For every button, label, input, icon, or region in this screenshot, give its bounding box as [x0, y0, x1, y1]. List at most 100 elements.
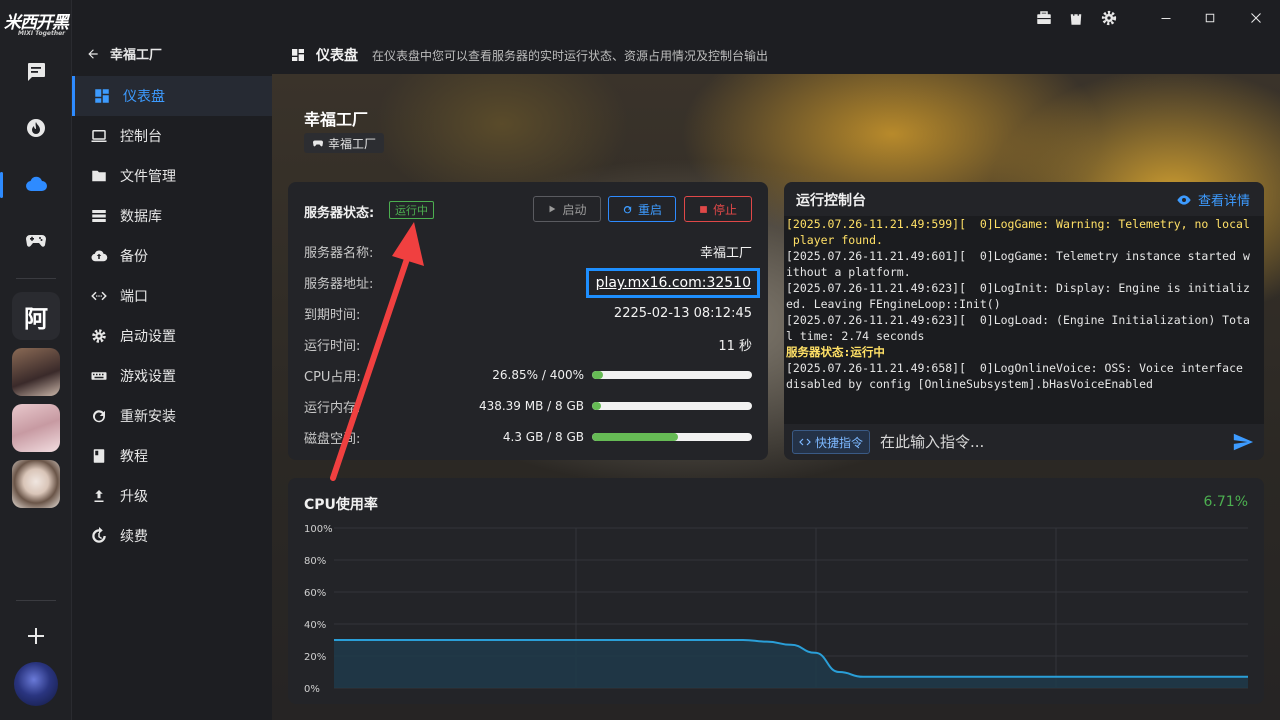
- rail-gamepad-button[interactable]: [12, 218, 60, 262]
- nav-back-header[interactable]: 幸福工厂: [86, 44, 162, 63]
- disk-row: 磁盘空间: 4.3 GB / 8 GB: [304, 427, 752, 447]
- nav-back-title: 幸福工厂: [110, 48, 163, 63]
- nav-item-label: 备份: [120, 249, 148, 265]
- server-avatar-3[interactable]: [12, 460, 60, 508]
- restart-button[interactable]: 重启: [608, 196, 676, 222]
- server-address-link[interactable]: play.mx16.com:32510: [586, 268, 760, 298]
- server-name-value: 幸福工厂: [699, 245, 752, 261]
- memory-progress-bar: [592, 402, 752, 410]
- y-tick-label: 0%: [304, 684, 320, 695]
- disk-progress-bar: [592, 433, 752, 441]
- nav-item-label: 启动设置: [120, 329, 176, 345]
- refresh-icon: [93, 410, 106, 423]
- dashboard-icon: [95, 89, 109, 103]
- minimize-button[interactable]: [1154, 6, 1178, 30]
- stop-button[interactable]: 停止: [684, 196, 752, 222]
- nav-item-label: 续费: [120, 529, 148, 545]
- rail-active-indicator: [0, 172, 3, 198]
- gamepad-icon: [26, 235, 46, 247]
- console-line: ed. Leaving FEngineLoop::Init(): [786, 297, 1001, 311]
- memory-label: 运行内存:: [304, 400, 361, 416]
- database-icon: [92, 210, 106, 222]
- console-line: [2025.07.26-11.21.49:623][ 0]LogInit: Di…: [786, 281, 1250, 295]
- rail-cloud-button[interactable]: [12, 162, 60, 206]
- server-title: 幸福工厂: [304, 110, 369, 129]
- uptime-value: 11 秒: [718, 338, 752, 354]
- rail-chat-button[interactable]: [12, 50, 60, 94]
- rail-divider-bottom: [16, 600, 56, 601]
- nav-item-console[interactable]: 控制台: [72, 116, 272, 156]
- nav-item-upgrade[interactable]: 升级: [72, 476, 272, 516]
- console-line: [2025.07.26-11.21.49:601][ 0]LogGame: Te…: [786, 249, 1250, 263]
- toolbox-button[interactable]: [1032, 6, 1056, 30]
- start-button[interactable]: 启动: [533, 196, 601, 222]
- app-logo[interactable]: 米西开黑 MIXI Together: [4, 8, 69, 37]
- page-description: 在仪表盘中您可以查看服务器的实时运行状态、资源占用情况及控制台输出: [372, 48, 769, 63]
- toolbox-icon: [1037, 11, 1051, 24]
- cpu-row: CPU占用: 26.85% / 400%: [304, 365, 752, 385]
- nav-item-renew[interactable]: 续费: [72, 516, 272, 556]
- uptime-row: 运行时间: 11 秒: [304, 334, 752, 354]
- send-icon[interactable]: [1232, 431, 1254, 453]
- rail-fire-button[interactable]: [12, 106, 60, 150]
- nav-item-dashboard[interactable]: 仪表盘: [72, 76, 272, 116]
- minimize-icon: [1161, 18, 1171, 19]
- cpu-progress-fill: [592, 371, 603, 379]
- server-name-row: 服务器名称: 幸福工厂: [304, 241, 752, 261]
- dashboard-icon: [292, 49, 304, 61]
- command-input[interactable]: [880, 433, 1211, 451]
- nav-item-files[interactable]: 文件管理: [72, 156, 272, 196]
- nav-item-tutorial[interactable]: 教程: [72, 436, 272, 476]
- cloud-icon: [26, 176, 47, 191]
- nav-item-label: 端口: [120, 289, 148, 305]
- close-button[interactable]: [1244, 6, 1268, 30]
- y-tick-label: 80%: [304, 556, 326, 567]
- gamepad-icon: [313, 140, 323, 147]
- close-icon: [1251, 13, 1261, 23]
- maximize-button[interactable]: [1198, 6, 1222, 30]
- nav-item-database[interactable]: 数据库: [72, 196, 272, 236]
- folder-icon: [92, 170, 106, 182]
- quick-commands-button[interactable]: 快捷指令: [792, 430, 871, 454]
- cpu-chart-card: CPU使用率 6.71% 100% 80% 60% 40% 20% 0%: [288, 478, 1264, 704]
- code-icon: [799, 438, 811, 446]
- y-tick-label: 60%: [304, 588, 326, 599]
- play-icon: [549, 205, 556, 213]
- disk-progress-fill: [592, 433, 678, 441]
- renew-icon: [92, 527, 106, 543]
- nav-item-startup[interactable]: 启动设置: [72, 316, 272, 356]
- maximize-icon: [1205, 13, 1215, 23]
- console-line: ithout a platform.: [786, 265, 911, 279]
- uptime-label: 运行时间:: [304, 338, 361, 354]
- expire-value: 2225-02-13 08:12:45: [613, 305, 752, 321]
- server-address-label: 服务器地址:: [304, 276, 374, 292]
- upload-icon: [94, 490, 104, 502]
- rail-divider: [16, 278, 56, 279]
- stop-icon: [700, 205, 707, 213]
- add-server-button[interactable]: [12, 614, 60, 658]
- user-avatar[interactable]: [14, 662, 58, 706]
- nav-item-reinstall[interactable]: 重新安装: [72, 396, 272, 436]
- cpu-usage-chart: 100% 80% 60% 40% 20% 0%: [304, 524, 1248, 695]
- console-line: disabled by config [OnlineSubsystem].bHa…: [786, 377, 1153, 391]
- nav-item-backup[interactable]: 备份: [72, 236, 272, 276]
- nav-item-ports[interactable]: 端口: [72, 276, 272, 316]
- console-card: 运行控制台 查看详情 [2025.07.26-11.21.49:599][ 0]…: [784, 182, 1264, 460]
- server-avatar-2[interactable]: [12, 404, 60, 452]
- server-avatar-text[interactable]: 阿: [12, 292, 60, 340]
- server-avatar-1[interactable]: [12, 348, 60, 396]
- cloud-upload-icon: [91, 250, 108, 262]
- console-input-bar: 快捷指令: [784, 424, 1264, 460]
- page-header: 仪表盘 在仪表盘中您可以查看服务器的实时运行状态、资源占用情况及控制台输出: [272, 36, 1280, 74]
- port-icon: [91, 291, 107, 301]
- logo-subtitle: MIXI Together: [18, 30, 66, 37]
- server-status-card: 服务器状态: 运行中 启动 重启 停止 服务器名称: 幸福工厂 服务器地址: p…: [288, 182, 768, 460]
- view-details-link[interactable]: 查看详情: [1176, 190, 1250, 209]
- back-arrow-icon: [88, 48, 98, 59]
- server-game-tag: 幸福工厂: [304, 133, 385, 153]
- shop-button[interactable]: [1064, 6, 1088, 30]
- app-rail: 米西开黑 MIXI Together 阿: [0, 0, 72, 720]
- disk-label: 磁盘空间:: [304, 431, 361, 447]
- nav-item-game-settings[interactable]: 游戏设置: [72, 356, 272, 396]
- settings-button[interactable]: [1097, 6, 1121, 30]
